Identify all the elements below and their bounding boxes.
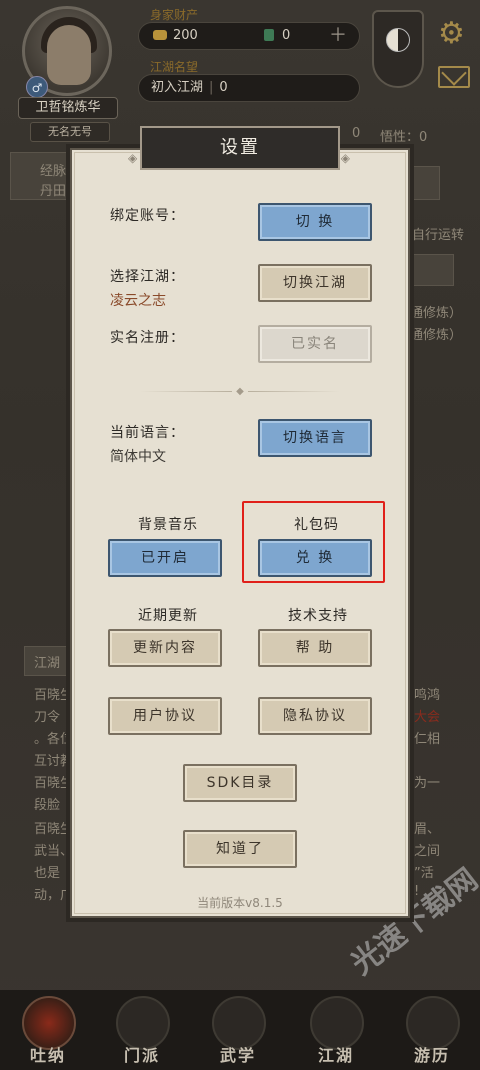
notice-right-5: 之间 xyxy=(414,844,441,859)
sect-emblem[interactable] xyxy=(372,10,424,88)
redeem-button[interactable]: 兑 换 xyxy=(258,539,372,577)
notice-line-1: 刀令 xyxy=(34,710,61,725)
dialog-title: 设置 xyxy=(128,126,352,178)
reputation-label: 江湖名望 xyxy=(150,60,199,74)
coin-icon xyxy=(153,30,167,40)
realname-label: 实名注册： xyxy=(110,330,185,346)
yinyang-icon xyxy=(386,28,410,52)
notice-line-3: 互讨教 xyxy=(34,754,74,769)
realname-status-button: 已实名 xyxy=(258,325,372,363)
gender-male-icon: ♂ xyxy=(26,76,48,98)
gift-code-label: 礼包码 xyxy=(294,517,339,533)
nav-label: 江湖 xyxy=(317,1046,354,1065)
mail-icon[interactable] xyxy=(438,66,470,88)
notice-line-5: 段脸 xyxy=(34,798,61,813)
select-world-label: 选择江湖： xyxy=(110,269,185,285)
nav-label: 吐纳 xyxy=(29,1046,66,1065)
notice-line-6: 百晓生 xyxy=(34,822,74,837)
bg-slot xyxy=(410,166,440,200)
update-content-button[interactable]: 更新内容 xyxy=(108,629,222,667)
switch-language-button[interactable]: 切换语言 xyxy=(258,419,372,457)
avatar-face xyxy=(47,25,91,85)
section-divider: ◆ xyxy=(140,386,340,397)
train-text-2: 通修炼） xyxy=(410,328,463,343)
sdk-directory-button[interactable]: SDK目录 xyxy=(183,764,297,802)
reputation-bar: 初入江湖 | 0 xyxy=(138,74,360,102)
nav-label: 门派 xyxy=(123,1046,160,1065)
help-button[interactable]: 帮 助 xyxy=(258,629,372,667)
privacy-policy-button[interactable]: 隐私协议 xyxy=(258,697,372,735)
language-label: 当前语言： xyxy=(110,425,185,441)
train-text-1: 通修炼） xyxy=(410,306,463,321)
notice-line-0: 百晓生 xyxy=(34,688,74,703)
nav-label: 游历 xyxy=(413,1046,450,1065)
stat-fragment: 0 xyxy=(352,126,361,141)
currency-bar: 200 0 ＋ xyxy=(138,22,360,50)
assets-label: 身家财产 xyxy=(150,8,199,22)
jade-amount: 0 xyxy=(281,28,291,43)
add-currency-icon[interactable]: ＋ xyxy=(329,23,347,49)
side-text-1: 经脉 xyxy=(40,164,67,179)
notice-tab-label: 江湖 xyxy=(34,656,61,671)
user-agreement-button[interactable]: 用户协议 xyxy=(108,697,222,735)
notice-right-2: 仁相 xyxy=(414,732,441,747)
notice-line-7: 武当、 xyxy=(34,844,74,859)
coin-amount: 200 xyxy=(173,28,198,43)
bind-account-label: 绑定账号： xyxy=(110,208,185,224)
current-world: 凌云之志 xyxy=(110,293,166,309)
notice-right-3: 为一 xyxy=(414,776,441,791)
notice-right-1: 大会 xyxy=(414,710,441,725)
notice-right-4: 眉、 xyxy=(414,822,441,837)
nav-tab-jianghu[interactable]: 江湖 xyxy=(296,996,376,1068)
current-language: 简体中文 xyxy=(110,449,166,465)
player-name: 卫哲铭炼华 xyxy=(18,97,118,119)
switch-world-button[interactable]: 切换江湖 xyxy=(258,264,372,302)
nav-tab-breathing[interactable]: 吐纳 xyxy=(8,996,88,1068)
reputation-value: 0 xyxy=(219,80,228,95)
support-label: 技术支持 xyxy=(288,608,348,624)
player-title: 无名无号 xyxy=(30,122,110,142)
switch-account-button[interactable]: 切 换 xyxy=(258,203,372,241)
music-label: 背景音乐 xyxy=(138,517,198,533)
stat-label: 悟性：0 xyxy=(380,130,428,145)
version-text: 当前版本v8.1.5 xyxy=(197,896,283,910)
reputation-rank: 初入江湖 xyxy=(151,80,204,95)
notice-line-9: 动，广 xyxy=(34,888,74,903)
notice-right-0: 鸣鸿 xyxy=(414,688,441,703)
notice-line-4: 百晓生 xyxy=(34,776,74,791)
updates-label: 近期更新 xyxy=(138,608,198,624)
nav-tab-martial[interactable]: 武学 xyxy=(198,996,278,1068)
nav-label: 武学 xyxy=(219,1046,256,1065)
ok-button[interactable]: 知道了 xyxy=(183,830,297,868)
music-toggle-button[interactable]: 已开启 xyxy=(108,539,222,577)
side-text-2: 丹田 xyxy=(40,184,67,199)
bg-slot-2 xyxy=(410,254,454,286)
gear-icon[interactable]: ⚙ xyxy=(438,16,465,51)
notice-line-2: 。各位 xyxy=(34,732,74,747)
nav-tab-sect[interactable]: 门派 xyxy=(102,996,182,1068)
auto-text: 自行运转 xyxy=(412,228,465,243)
notice-line-8: 也是 xyxy=(34,866,61,881)
jade-icon xyxy=(263,29,274,41)
